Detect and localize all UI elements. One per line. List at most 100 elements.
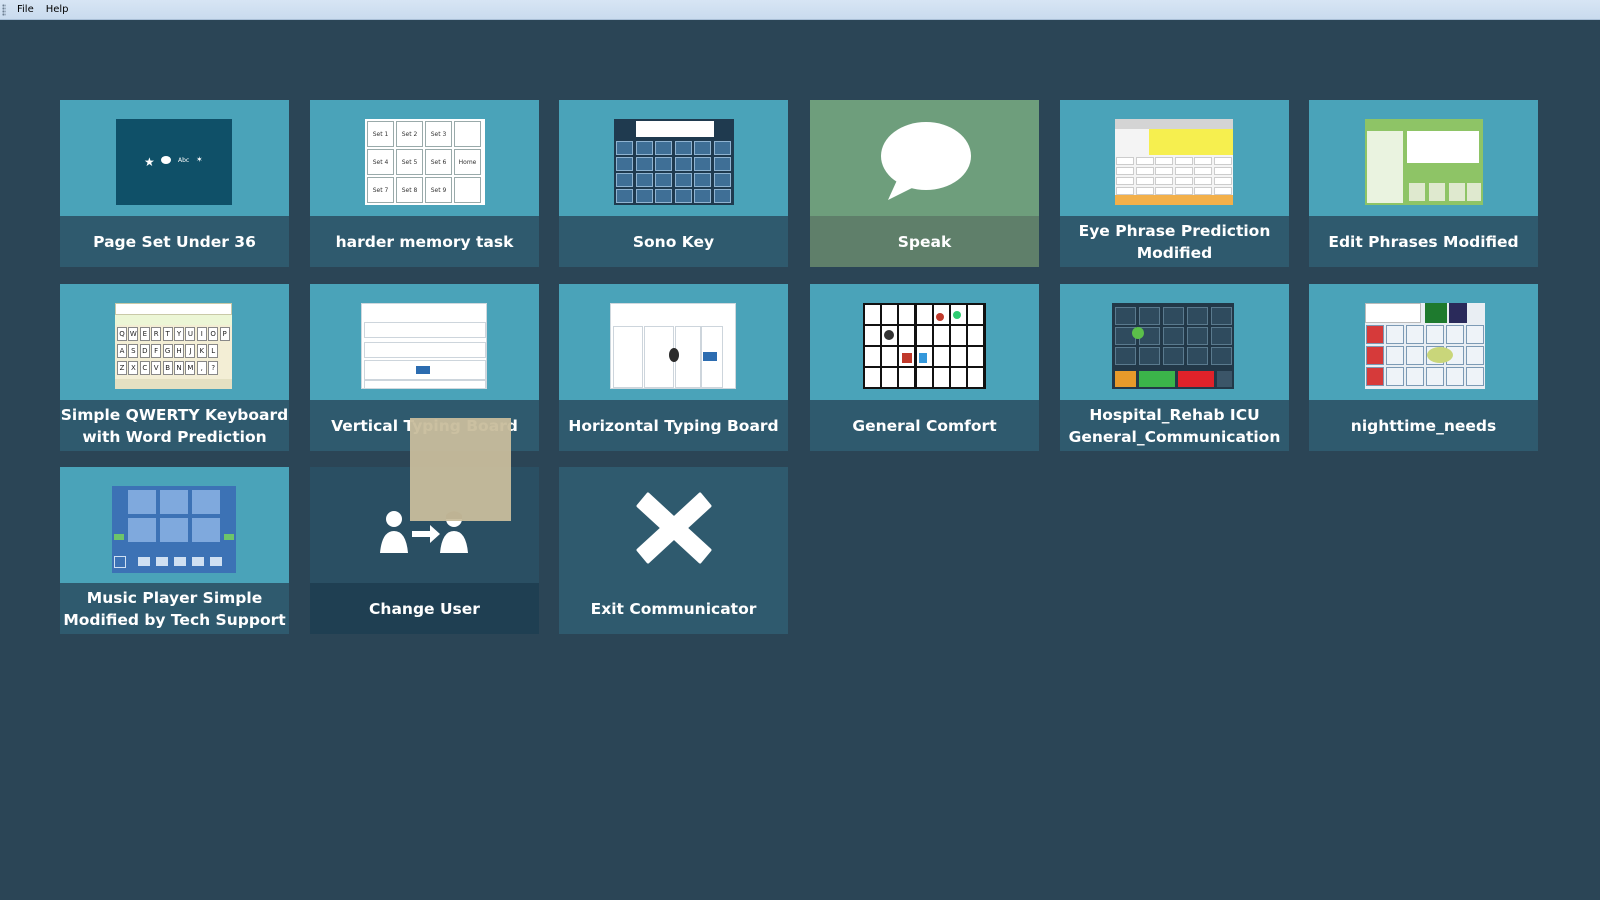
phrase-key [1155, 177, 1173, 185]
night-cell [1446, 325, 1464, 344]
hospital-cell [1211, 307, 1232, 325]
tile-label: Edit Phrases Modified [1328, 232, 1519, 251]
comfort-cell [899, 305, 915, 324]
night-cell [1366, 367, 1384, 386]
comfort-symbol [919, 353, 927, 363]
tile-label: Eye Phrase Prediction Modified [1078, 221, 1271, 262]
phrase-key [1213, 177, 1232, 185]
phrase-key [1174, 177, 1193, 185]
music-player-thumbnail [112, 486, 236, 573]
sono-key-cell [616, 157, 633, 171]
night-cell [1386, 346, 1404, 365]
phrase-key [1116, 157, 1134, 165]
phrase-key [1194, 177, 1212, 185]
memory-grid-cell: Set 7 [367, 177, 394, 203]
memory-grid-cell: Set 4 [367, 149, 394, 175]
qwerty-key: B [162, 361, 173, 375]
hospital-cell [1187, 307, 1208, 325]
comfort-cell [882, 347, 898, 366]
qwerty-key: W [128, 327, 139, 341]
qwerty-key: O [208, 327, 219, 341]
memory-grid-cell [454, 121, 481, 147]
phrase-key [1213, 187, 1232, 195]
hospital-cell [1139, 307, 1160, 325]
hospital-cell [1178, 371, 1214, 387]
menu-help[interactable]: Help [41, 0, 76, 19]
phrase-key [1116, 177, 1134, 185]
comfort-cell [951, 347, 966, 366]
eye-phrase-thumbnail [1115, 119, 1233, 205]
qwerty-keyboard-thumbnail: Q W E R T Y U I O P A S D F G H J K L Z X C V B N M,? [115, 303, 232, 389]
tile-music-player-simple[interactable]: Music Player Simple Modified by Tech Sup… [60, 467, 289, 634]
comfort-cell [865, 368, 880, 387]
phrase-key [1174, 187, 1193, 195]
comfort-cell [899, 368, 915, 387]
prediction-bar [115, 315, 232, 325]
night-cell [1466, 367, 1484, 386]
sono-key-cell [635, 189, 653, 203]
text-bar [115, 303, 232, 315]
tile-hospital-rehab-icu[interactable]: Hospital_Rehab ICU General_Communication [1060, 284, 1289, 451]
tile-label: harder memory task [335, 232, 514, 251]
sono-key-cell [713, 141, 731, 155]
night-cell [1426, 367, 1444, 386]
comfort-symbol [936, 313, 944, 321]
tile-nighttime-needs[interactable]: nighttime_needs [1309, 284, 1538, 451]
tile-horizontal-typing-board[interactable]: Horizontal Typing Board [559, 284, 788, 451]
phrase-key [1194, 167, 1212, 175]
hospital-cell [1187, 347, 1208, 365]
tile-exit-communicator[interactable]: Exit Communicator [559, 467, 788, 634]
hospital-cell [1211, 327, 1232, 345]
night-cell [1446, 367, 1464, 386]
bottom-bar [115, 379, 232, 389]
qwerty-key: K [196, 344, 207, 358]
comfort-cell [933, 368, 949, 387]
comfort-cell [899, 326, 915, 345]
qwerty-key: G [162, 344, 173, 358]
tile-harder-memory-task[interactable]: Set 1 Set 2 Set 3 Set 4 Set 5 Set 6 Home Set 7S… [310, 100, 539, 267]
sono-key-cell [694, 157, 711, 171]
hospital-cell [1187, 327, 1208, 345]
tile-eye-phrase-prediction[interactable]: Eye Phrase Prediction Modified [1060, 100, 1289, 267]
close-icon [636, 492, 712, 564]
menu-grip [2, 3, 6, 16]
tile-general-comfort[interactable]: General Comfort [810, 284, 1039, 451]
edit-phrases-thumbnail [1365, 119, 1483, 205]
sono-key-cell [694, 141, 711, 155]
night-symbol [1427, 347, 1453, 363]
qwerty-key: A [117, 344, 127, 358]
tile-label: Speak [897, 232, 952, 251]
phrase-key [1135, 167, 1154, 175]
qwerty-key: L [208, 344, 219, 358]
sono-key-cell [694, 189, 711, 203]
night-cell [1406, 346, 1424, 365]
tile-page-set-under-36[interactable]: ★ Abc ✶ Page Set Under 36 [60, 100, 289, 267]
tile-label: General Comfort [852, 416, 997, 435]
comfort-cell [865, 305, 880, 324]
qwerty-key: J [185, 344, 196, 358]
tile-simple-qwerty-keyboard[interactable]: Q W E R T Y U I O P A S D F G H J K L Z X C V B N M,? Simple QWER… [60, 284, 289, 451]
comfort-cell [968, 368, 984, 387]
sono-key-cell [616, 141, 633, 155]
sono-key-cell [616, 189, 633, 203]
comfort-cell [968, 326, 984, 345]
comfort-symbol [953, 311, 961, 319]
tile-speak[interactable]: Speak [810, 100, 1039, 267]
hospital-cell [1115, 307, 1136, 325]
memory-grid-cell: Set 5 [396, 149, 423, 175]
phrase-key [1135, 187, 1154, 195]
comfort-symbol [884, 330, 894, 340]
memory-grid-cell: Set 3 [425, 121, 452, 147]
menu-file[interactable]: File [12, 0, 41, 19]
vertical-typing-thumbnail [361, 303, 487, 389]
tile-edit-phrases-modified[interactable]: Edit Phrases Modified [1309, 100, 1538, 267]
tile-label: Exit Communicator [590, 599, 757, 618]
sono-key-cell [713, 157, 731, 171]
phrase-key [1135, 157, 1154, 165]
qwerty-key: Y [174, 327, 184, 341]
hospital-cell [1163, 327, 1184, 345]
phrase-key [1194, 187, 1212, 195]
memory-grid-cell: Set 8 [396, 177, 423, 203]
sono-key-thumbnail [614, 119, 734, 205]
tile-sono-key[interactable]: Sono Key [559, 100, 788, 267]
